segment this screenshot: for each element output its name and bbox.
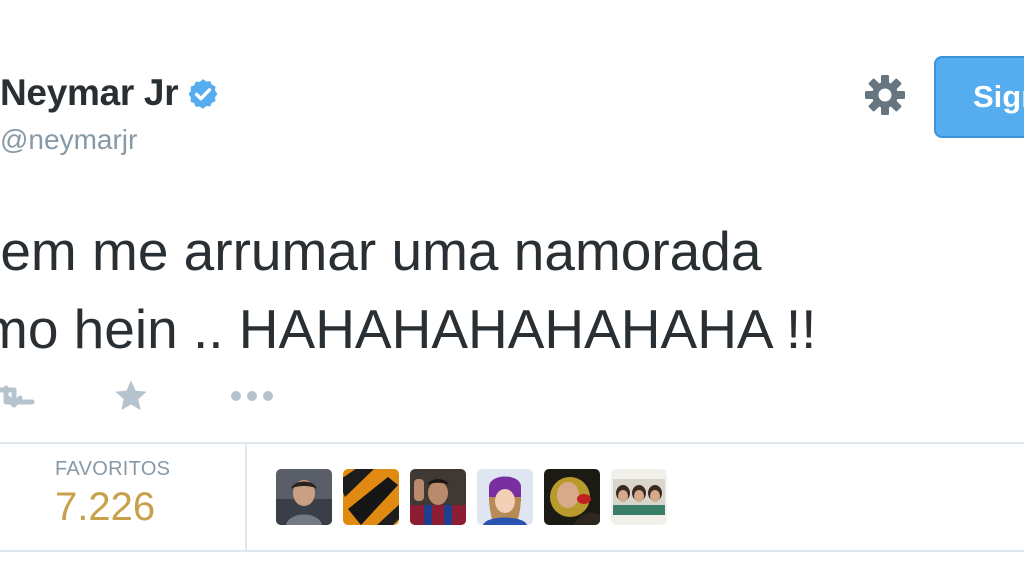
settings-button[interactable] xyxy=(862,72,908,118)
user-display-name[interactable]: Neymar Jr xyxy=(0,72,179,114)
tweet-text-line: rem me arrumar uma namorada xyxy=(0,220,762,282)
favorites-label: FAVORITOS xyxy=(55,458,171,480)
avatar[interactable] xyxy=(410,469,466,525)
retweet-button[interactable] xyxy=(0,372,40,420)
favorites-stat[interactable]: FAVORITOS 7.226 xyxy=(55,458,170,530)
avatar[interactable] xyxy=(276,469,332,525)
tweet-page: Neymar Jr @neymarjr Sign rem me arruma xyxy=(0,0,1024,576)
avatar[interactable] xyxy=(477,469,533,525)
avatar[interactable] xyxy=(611,469,667,525)
user-name-row[interactable]: Neymar Jr xyxy=(0,70,220,116)
more-icon xyxy=(231,391,273,401)
more-button[interactable] xyxy=(228,372,278,420)
tweet-text-line: mo hein .. HAHAHAHAHAHAHA !! xyxy=(0,298,817,360)
favorite-button[interactable] xyxy=(112,372,152,420)
user-handle[interactable]: @neymarjr xyxy=(0,124,137,156)
sign-up-button[interactable]: Sign xyxy=(934,56,1024,138)
avatar[interactable] xyxy=(343,469,399,525)
tweet-actions xyxy=(0,372,400,420)
tweet-text: rem me arrumar uma namorada mo hein .. H… xyxy=(0,212,1024,368)
gear-icon xyxy=(865,75,905,115)
verified-badge-icon xyxy=(188,79,218,109)
stats-separator xyxy=(245,444,247,550)
retweet-icon xyxy=(0,385,35,408)
stats-divider-bottom xyxy=(0,550,1024,552)
favorites-count: 7.226 xyxy=(55,485,156,529)
star-icon xyxy=(115,380,147,411)
avatar[interactable] xyxy=(544,469,600,525)
stats-divider-top xyxy=(0,442,1024,444)
favorited-by-avatars xyxy=(276,469,667,525)
